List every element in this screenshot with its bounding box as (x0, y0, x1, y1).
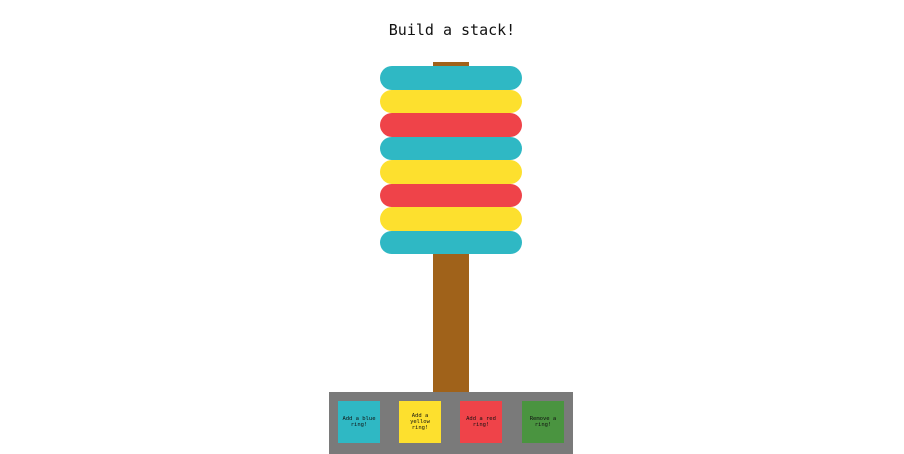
add-red-ring-button[interactable]: Add a red ring! (460, 401, 502, 443)
game-stage: Build a stack! Add a blue ring! Add a ye… (0, 0, 904, 454)
remove-ring-button[interactable]: Remove a ring! (522, 401, 564, 443)
control-base: Add a blue ring! Add a yellow ring! Add … (329, 392, 573, 454)
ring-blue (380, 230, 522, 254)
ring-red (380, 183, 522, 207)
add-yellow-ring-button[interactable]: Add a yellow ring! (399, 401, 441, 443)
ring-yellow (380, 160, 522, 184)
ring-blue (380, 66, 522, 90)
ring-stack (380, 66, 522, 254)
ring-red (380, 113, 522, 137)
ring-yellow (380, 207, 522, 231)
ring-blue (380, 136, 522, 160)
page-title: Build a stack! (388, 21, 516, 39)
add-blue-ring-button[interactable]: Add a blue ring! (338, 401, 380, 443)
ring-yellow (380, 89, 522, 113)
